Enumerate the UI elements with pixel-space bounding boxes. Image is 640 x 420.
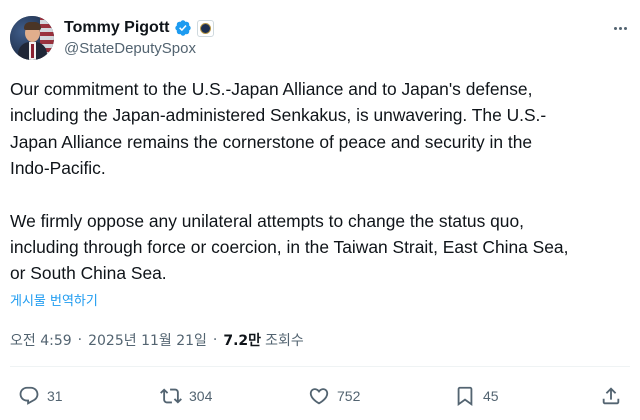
tweet-line: Japan Alliance remains the cornerstone o… [10, 131, 533, 152]
reply-count: 31 [47, 388, 63, 404]
reply-icon [19, 386, 39, 405]
meta-separator: · [77, 332, 83, 348]
tweet-meta: 오전 4:59 · 2025년 11월 21일 · 7.2만 조회수 [10, 330, 304, 350]
share-icon [602, 387, 620, 405]
meta-separator: · [212, 332, 218, 348]
like-button[interactable]: 752 [308, 382, 360, 410]
avatar[interactable] [10, 16, 54, 60]
retweet-button[interactable]: 304 [160, 382, 212, 410]
heart-icon [309, 388, 329, 405]
like-count: 752 [337, 388, 361, 404]
tweet-header: Tommy Pigott @StateDeputySpox [10, 12, 630, 62]
display-name[interactable]: Tommy Pigott [64, 19, 169, 37]
tweet-line: or South China Sea. [10, 263, 167, 284]
tweet-paragraph-1: Our commitment to the U.S.-Japan Allianc… [10, 76, 630, 182]
views-label: 조회수 [265, 333, 304, 349]
tweet-line: Indo-Pacific. [10, 158, 106, 179]
bookmark-count: 45 [483, 388, 499, 404]
bookmark-button[interactable]: 45 [454, 382, 499, 410]
share-button[interactable] [600, 382, 622, 410]
post-date[interactable]: 2025년 11월 21일 [88, 330, 207, 350]
state-department-seal-icon[interactable] [197, 19, 215, 37]
verified-badge-icon[interactable] [174, 19, 192, 37]
tweet-line: We firmly oppose any unilateral attempts… [10, 210, 524, 231]
handle[interactable]: @StateDeputySpox [64, 40, 196, 57]
retweet-count: 304 [189, 388, 213, 404]
post-time[interactable]: 오전 4:59 [10, 330, 72, 350]
retweet-icon [160, 388, 182, 404]
action-bar: 31 304 752 45 [10, 382, 630, 410]
name-line: Tommy Pigott [64, 18, 215, 38]
reply-button[interactable]: 31 [18, 382, 63, 410]
bookmark-icon [457, 386, 473, 407]
tweet-line: including through force or coercion, in … [10, 237, 569, 258]
tweet-line: including the Japan-administered Senkaku… [10, 105, 547, 126]
tweet-text: Our commitment to the U.S.-Japan Allianc… [10, 76, 630, 287]
translate-post-link[interactable]: 게시물 번역하기 [10, 290, 98, 309]
more-options-icon[interactable] [610, 18, 630, 38]
divider [10, 366, 630, 367]
tweet-paragraph-2: We firmly oppose any unilateral attempts… [10, 208, 630, 287]
views-count: 7.2만 [223, 333, 262, 349]
tweet-line: Our commitment to the U.S.-Japan Allianc… [10, 79, 533, 99]
